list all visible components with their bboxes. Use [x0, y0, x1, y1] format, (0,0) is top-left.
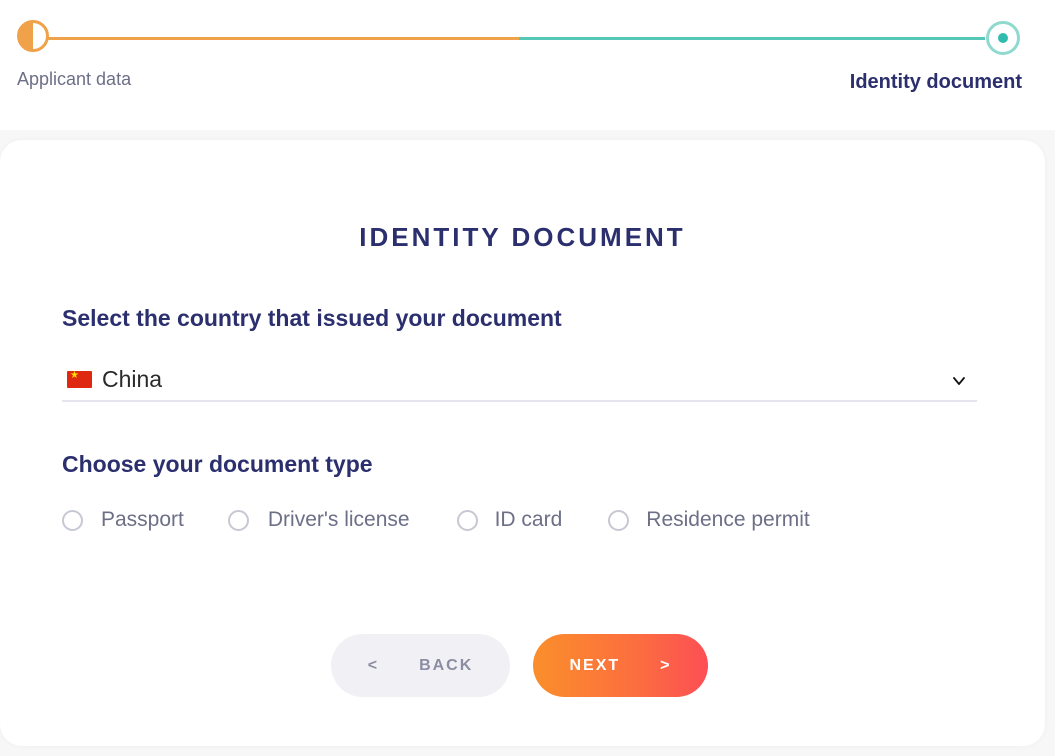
back-button-label: BACK	[419, 656, 474, 674]
current-step-dot-icon	[998, 33, 1008, 43]
identity-document-card: IDENTITY DOCUMENT Select the country tha…	[0, 140, 1045, 746]
country-select-value: China	[102, 366, 163, 392]
document-type-section-label: Choose your document type	[62, 451, 373, 477]
progress-stepper: Applicant data Identity document	[0, 0, 1055, 130]
radio-residence-permit[interactable]: Residence permit	[608, 508, 810, 532]
step-identity-document-indicator	[986, 21, 1020, 55]
stepper-line-completed	[36, 37, 519, 40]
chevron-down-icon[interactable]	[953, 375, 965, 387]
step-applicant-data-label[interactable]: Applicant data	[17, 69, 131, 90]
next-button[interactable]: NEXT >	[533, 634, 708, 697]
document-type-radio-group: Passport Driver's license ID card Reside…	[62, 505, 810, 535]
radio-circle-icon[interactable]	[456, 509, 478, 531]
back-button[interactable]: < BACK	[331, 634, 510, 697]
step-identity-document-label: Identity document	[849, 71, 1022, 93]
radio-passport[interactable]: Passport	[62, 508, 184, 532]
radio-id-card-label[interactable]: ID card	[495, 508, 563, 532]
page-title: IDENTITY DOCUMENT	[359, 222, 686, 252]
radio-passport-label[interactable]: Passport	[101, 508, 184, 532]
country-section-label: Select the country that issued your docu…	[62, 305, 562, 331]
country-select[interactable]: ★ China	[62, 360, 977, 402]
radio-drivers-license[interactable]: Driver's license	[227, 508, 410, 532]
radio-circle-icon[interactable]	[227, 509, 249, 531]
radio-circle-icon[interactable]	[62, 509, 83, 531]
stepper-line-remaining	[519, 37, 985, 40]
radio-id-card[interactable]: ID card	[456, 508, 563, 532]
radio-residence-permit-label[interactable]: Residence permit	[646, 508, 809, 532]
radio-circle-icon[interactable]	[608, 509, 630, 531]
radio-drivers-license-label[interactable]: Driver's license	[268, 508, 410, 532]
next-arrow-icon: >	[660, 656, 672, 674]
back-arrow-icon: <	[367, 656, 380, 674]
next-button-label: NEXT	[569, 656, 621, 674]
china-flag-icon: ★	[67, 370, 92, 388]
step-applicant-data-indicator[interactable]	[17, 20, 49, 52]
